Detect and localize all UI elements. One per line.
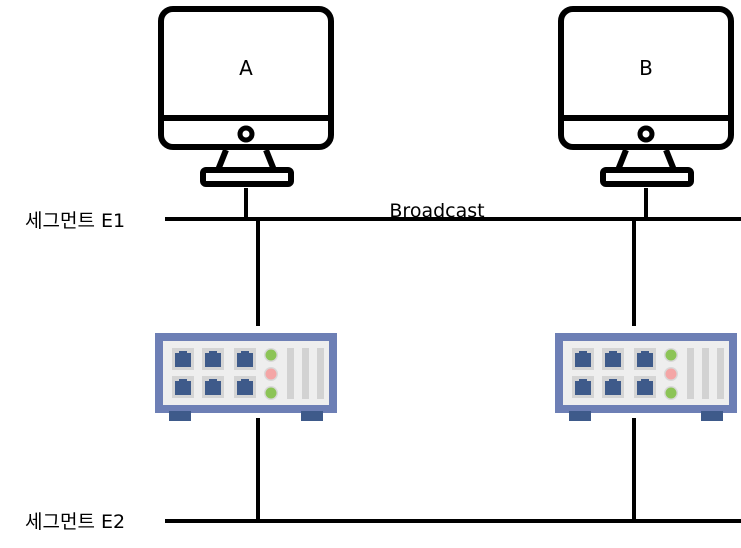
switch-b-icon [555,333,737,421]
host-b-label: B [639,56,653,80]
host-a-label: A [239,56,253,80]
computer-b-icon [561,9,731,184]
switch-a-icon [155,333,337,421]
segment-e2-label: 세그먼트 E2 [25,511,125,533]
network-diagram: A B Broadcast 세그먼트 E1 세그먼트 E2 [25,0,741,533]
segment-e1-label: 세그먼트 E1 [25,210,125,232]
broadcast-label: Broadcast [389,200,484,222]
computer-a-icon [161,9,331,184]
